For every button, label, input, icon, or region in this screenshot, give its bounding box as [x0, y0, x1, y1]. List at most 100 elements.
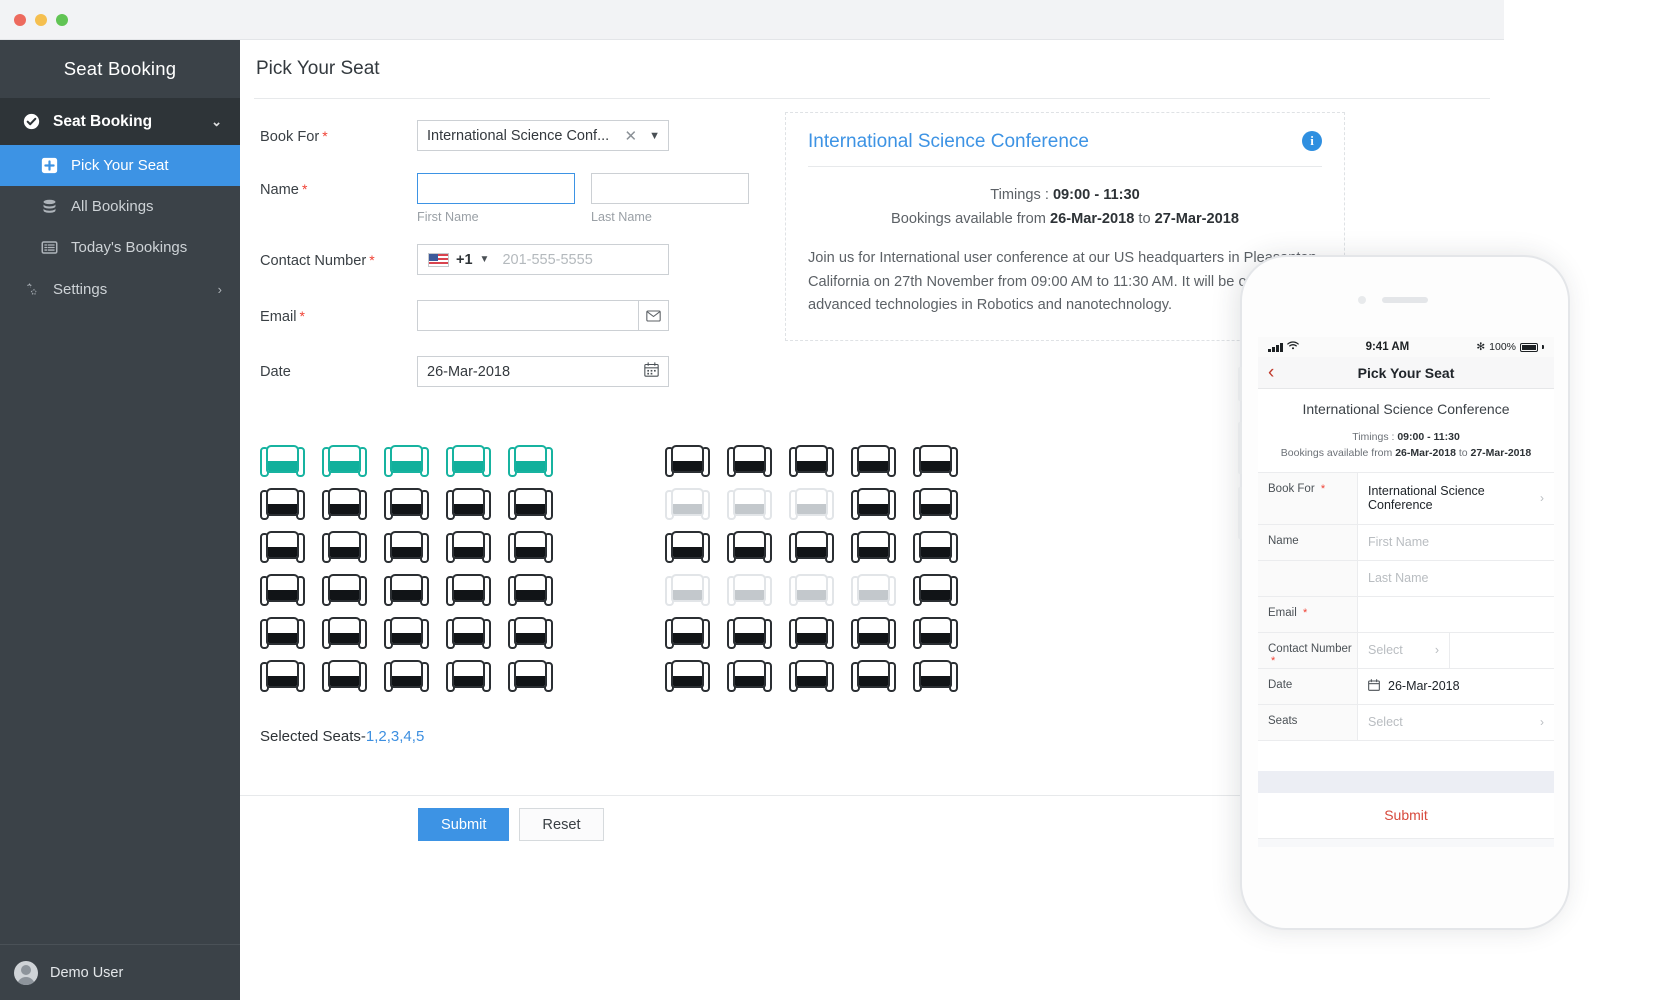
seat-left-r6c5[interactable]	[508, 660, 553, 693]
sidebar-user[interactable]: Demo User	[0, 944, 240, 1000]
date-input[interactable]: 26-Mar-2018	[417, 356, 669, 387]
seat-right-r6c5[interactable]	[913, 660, 958, 693]
contact-number-input[interactable]: +1 ▼ 201-555-5555	[417, 244, 669, 275]
seat-right-r6c1[interactable]	[665, 660, 710, 693]
phone-row-value[interactable]: Select ›	[1358, 705, 1554, 740]
seat-left-r3c2[interactable]	[322, 531, 367, 564]
seat-right-r1c5[interactable]	[913, 445, 958, 478]
seat-left-r1c2[interactable]	[322, 445, 367, 478]
seat-right-r6c4[interactable]	[851, 660, 896, 693]
first-name-input[interactable]	[417, 173, 575, 204]
seat-left-r4c1[interactable]	[260, 574, 305, 607]
close-icon[interactable]	[14, 14, 26, 26]
seat-left-r5c4[interactable]	[446, 617, 491, 650]
submit-button[interactable]: Submit	[418, 808, 510, 841]
seat-map	[260, 445, 975, 703]
seat-left-r1c3[interactable]	[384, 445, 429, 478]
seat-left-r3c5[interactable]	[508, 531, 553, 564]
sidebar-item-todays-bookings[interactable]: Today's Bookings	[0, 227, 240, 268]
phone-mute-button[interactable]	[1238, 367, 1242, 401]
seat-left-r2c3[interactable]	[384, 488, 429, 521]
battery-tip-icon	[1542, 345, 1544, 349]
seat-left-r5c2[interactable]	[322, 617, 367, 650]
phone-contact-input[interactable]	[1450, 633, 1554, 668]
phone-row-value[interactable]: International Science Conference ›	[1358, 473, 1554, 524]
seat-right-r3c1[interactable]	[665, 531, 710, 564]
book-for-select[interactable]: International Science Conf... ✕ ▼	[417, 120, 669, 151]
seat-right-r6c3[interactable]	[789, 660, 834, 693]
sidebar-item-settings[interactable]: Settings ›	[0, 269, 240, 310]
seat-right-r3c2[interactable]	[727, 531, 772, 564]
seat-right-r2c5[interactable]	[913, 488, 958, 521]
chevron-down-icon[interactable]: ▼	[480, 254, 490, 265]
seat-left-r6c1[interactable]	[260, 660, 305, 693]
envelope-icon[interactable]	[638, 300, 669, 331]
last-name-input[interactable]	[591, 173, 749, 204]
phone-row-name[interactable]: Name First Name	[1258, 524, 1554, 561]
phone-row-blank-2[interactable]: Last Name	[1258, 560, 1554, 597]
seat-right-r4c5[interactable]	[913, 574, 958, 607]
reset-button[interactable]: Reset	[519, 808, 604, 841]
phone-row-value[interactable]: Last Name	[1358, 561, 1554, 596]
seat-left-r3c4[interactable]	[446, 531, 491, 564]
info-icon[interactable]: i	[1302, 131, 1322, 151]
seat-right-r3c4[interactable]	[851, 531, 896, 564]
seat-left-r5c3[interactable]	[384, 617, 429, 650]
phone-row-seats[interactable]: Seats Select ›	[1258, 704, 1554, 741]
seat-left-r4c5[interactable]	[508, 574, 553, 607]
sidebar-item-all-bookings[interactable]: All Bookings	[0, 186, 240, 227]
minimize-icon[interactable]	[35, 14, 47, 26]
seat-left-r5c5[interactable]	[508, 617, 553, 650]
chevron-down-icon[interactable]: ⌄	[211, 114, 222, 130]
seat-right-r5c2[interactable]	[727, 617, 772, 650]
sidebar-item-pick-your-seat[interactable]: Pick Your Seat	[0, 145, 240, 186]
seat-right-r5c5[interactable]	[913, 617, 958, 650]
phone-row-value[interactable]	[1358, 597, 1554, 632]
seat-right-r5c1[interactable]	[665, 617, 710, 650]
seat-right-r3c5[interactable]	[913, 531, 958, 564]
seat-right-r1c3[interactable]	[789, 445, 834, 478]
seat-right-r1c2[interactable]	[727, 445, 772, 478]
seat-right-r1c1[interactable]	[665, 445, 710, 478]
seat-right-r2c4[interactable]	[851, 488, 896, 521]
seat-left-r6c3[interactable]	[384, 660, 429, 693]
seat-right-r6c2[interactable]	[727, 660, 772, 693]
seat-left-r1c5[interactable]	[508, 445, 553, 478]
seat-left-r6c4[interactable]	[446, 660, 491, 693]
phone-row-book-for[interactable]: Book For * International Science Conferen…	[1258, 472, 1554, 525]
phone-row-value[interactable]: First Name	[1358, 525, 1554, 560]
phone-row-date[interactable]: Date 26-Mar-2018	[1258, 668, 1554, 705]
seat-left-r1c1[interactable]	[260, 445, 305, 478]
seat-left-r2c1[interactable]	[260, 488, 305, 521]
phone-country-select[interactable]: Select ›	[1358, 632, 1450, 668]
phone-volume-up-button[interactable]	[1238, 422, 1242, 474]
seat-left-r3c1[interactable]	[260, 531, 305, 564]
sidebar-group-seat-booking[interactable]: Seat Booking ⌄	[0, 98, 240, 145]
phone-row-value[interactable]: 26-Mar-2018	[1358, 669, 1554, 704]
email-input[interactable]	[417, 300, 638, 331]
seat-left-r1c4[interactable]	[446, 445, 491, 478]
phone-row-email[interactable]: Email *	[1258, 596, 1554, 633]
maximize-icon[interactable]	[56, 14, 68, 26]
seat-left-r3c3[interactable]	[384, 531, 429, 564]
seat-left-r2c4[interactable]	[446, 488, 491, 521]
clear-icon[interactable]: ✕	[621, 127, 650, 145]
seat-left-r4c2[interactable]	[322, 574, 367, 607]
seat-left-r2c2[interactable]	[322, 488, 367, 521]
chevron-right-icon[interactable]: ›	[218, 282, 222, 297]
seat-left-r2c5[interactable]	[508, 488, 553, 521]
phone-row-contact-number[interactable]: Contact Number * Select ›	[1258, 632, 1554, 669]
phone-submit-button[interactable]: Submit	[1258, 793, 1554, 839]
seat-right-r3c3[interactable]	[789, 531, 834, 564]
seat-left-r4c4[interactable]	[446, 574, 491, 607]
seat-left-r5c1[interactable]	[260, 617, 305, 650]
seat-right-r1c4[interactable]	[851, 445, 896, 478]
phone-row-text: 26-Mar-2018	[1388, 679, 1460, 694]
calendar-icon[interactable]	[644, 362, 659, 381]
seat-right-r5c4[interactable]	[851, 617, 896, 650]
seat-left-r6c2[interactable]	[322, 660, 367, 693]
seat-left-r4c3[interactable]	[384, 574, 429, 607]
seat-right-r5c3[interactable]	[789, 617, 834, 650]
chevron-down-icon[interactable]: ▼	[649, 130, 660, 142]
phone-volume-down-button[interactable]	[1238, 487, 1242, 539]
